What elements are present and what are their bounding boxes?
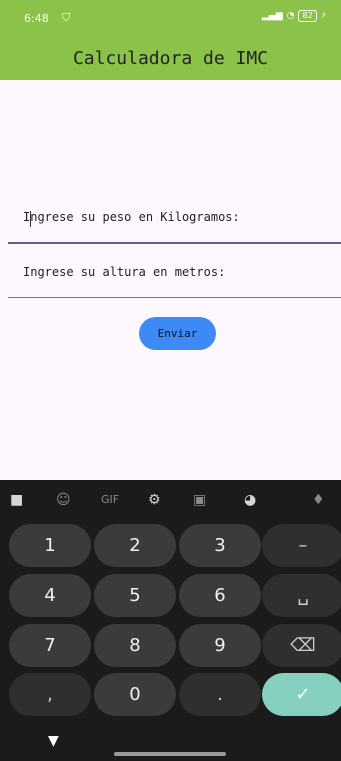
key-5[interactable]: 5	[94, 574, 176, 617]
microphone-icon[interactable]: ♦	[312, 492, 325, 508]
translate-icon[interactable]: ▣	[193, 492, 206, 508]
gesture-nav-bar[interactable]	[114, 752, 226, 756]
key-8[interactable]: 8	[94, 624, 176, 667]
keyboard-toolbar: ■ ☺ GIF ⚙ ▣ ◕ ♦	[0, 480, 341, 520]
status-time: 6:48	[24, 12, 49, 25]
weight-input[interactable]	[8, 192, 341, 242]
done-key[interactable]: ✓	[262, 673, 341, 716]
charging-icon: ⚡	[320, 11, 327, 21]
sticker-icon[interactable]: ☺	[56, 492, 71, 508]
settings-icon[interactable]: ⚙	[148, 492, 161, 508]
key-2[interactable]: 2	[94, 524, 176, 567]
period-key[interactable]: .	[179, 673, 261, 716]
backspace-key[interactable]: ⌫	[262, 624, 341, 667]
palette-icon[interactable]: ◕	[244, 492, 256, 508]
minus-key[interactable]: –	[262, 524, 341, 567]
notification-icon: ⛉	[62, 11, 71, 24]
key-3[interactable]: 3	[179, 524, 261, 567]
key-6[interactable]: 6	[179, 574, 261, 617]
text-cursor	[30, 211, 31, 227]
battery-icon: 82	[298, 10, 317, 22]
submit-button[interactable]: Enviar	[139, 317, 216, 350]
weight-field[interactable]	[8, 192, 341, 244]
apps-grid-icon[interactable]: ■	[10, 492, 23, 508]
wifi-icon: ◔	[286, 11, 295, 21]
space-key[interactable]: ␣	[262, 574, 341, 617]
signal-icon: ▂▄▆	[261, 11, 283, 21]
comma-key[interactable]: ,	[9, 673, 91, 716]
key-9[interactable]: 9	[179, 624, 261, 667]
main-content: Enviar	[0, 80, 341, 480]
status-bar: 6:48 ⛉ ▂▄▆ ◔ 82 ⚡	[0, 0, 341, 34]
height-input[interactable]	[8, 246, 341, 297]
app-bar: 6:48 ⛉ ▂▄▆ ◔ 82 ⚡ Calculadora de IMC	[0, 0, 341, 80]
status-indicators: ▂▄▆ ◔ 82 ⚡	[262, 10, 327, 22]
key-4[interactable]: 4	[9, 574, 91, 617]
app-title: Calculadora de IMC	[72, 48, 269, 69]
key-0[interactable]: 0	[94, 673, 176, 716]
hide-keyboard-icon[interactable]: ▼	[48, 733, 59, 749]
key-7[interactable]: 7	[9, 624, 91, 667]
height-field[interactable]	[8, 246, 341, 298]
numeric-keyboard: ■ ☺ GIF ⚙ ▣ ◕ ♦ 1 2 3 – 4 5 6 ␣ 7 8 9 ⌫ …	[0, 480, 341, 761]
key-1[interactable]: 1	[9, 524, 91, 567]
gif-button[interactable]: GIF	[101, 492, 119, 508]
